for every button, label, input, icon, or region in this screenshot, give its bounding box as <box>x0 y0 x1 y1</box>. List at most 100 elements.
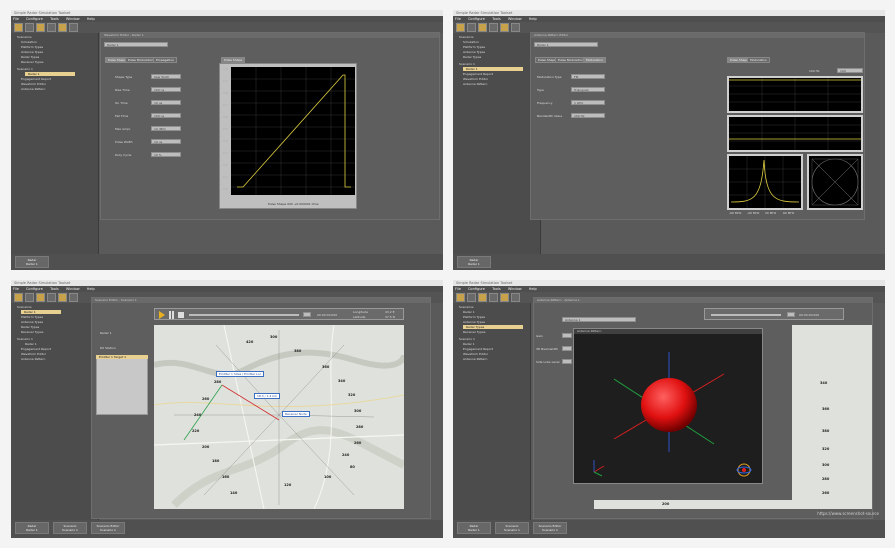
name-field[interactable]: Radar 1 <box>104 42 168 47</box>
type-select[interactable]: Triangular <box>571 87 605 92</box>
gain-field[interactable] <box>562 333 572 338</box>
menu-help[interactable]: Help <box>87 17 95 21</box>
tree-item-selected[interactable]: Radar Types <box>463 325 523 329</box>
frequency-field[interactable]: 1 GHz <box>571 100 605 105</box>
list-item-selected[interactable]: Emitter 1 Target 1 <box>96 355 148 359</box>
new-icon[interactable] <box>14 293 23 302</box>
tree-item[interactable]: Platform Types <box>21 315 43 319</box>
name-field[interactable]: Radar 1 <box>534 42 598 47</box>
menu-window[interactable]: Window <box>66 17 80 21</box>
tree-item[interactable]: Antenna Pattern <box>463 82 487 86</box>
dock-scenario-editor-button[interactable]: Scenario Editor Scenario 1 <box>91 522 125 534</box>
tree-item[interactable]: Antenna Types <box>463 50 485 54</box>
open-icon[interactable] <box>467 23 476 32</box>
dock-radar-button[interactable]: Radar Radar 1 <box>15 256 49 268</box>
tab-propagation[interactable]: Propagation <box>153 57 177 63</box>
tree-item[interactable]: Waveform Editor <box>463 352 488 356</box>
pause-icon[interactable] <box>172 311 174 319</box>
tree-item[interactable]: Platform Types <box>463 315 485 319</box>
map-view[interactable]: 420 300 280 260 240 220 200 180 160 140 … <box>154 325 404 509</box>
tree-item[interactable]: Receiver Types <box>463 330 485 334</box>
settings-icon[interactable] <box>511 23 520 32</box>
bandwidth-field[interactable]: 100 Hz <box>571 113 605 118</box>
settings-icon[interactable] <box>69 23 78 32</box>
tree-item[interactable]: Engagement Report <box>21 347 51 351</box>
tree-item[interactable]: Engagement Report <box>463 72 493 76</box>
tree-item[interactable]: Radar Types <box>21 325 39 329</box>
tree-item[interactable]: Platform Types <box>21 45 43 49</box>
max-amplitude-field[interactable]: 10 dBm <box>151 126 181 131</box>
menu-tools[interactable]: Tools <box>50 287 59 291</box>
dock-scenario-button[interactable]: Scenario Scenario 1 <box>53 522 87 534</box>
play-icon[interactable] <box>159 311 165 319</box>
stop-icon[interactable] <box>178 312 184 318</box>
settings-icon[interactable] <box>511 293 520 302</box>
dock-scenario-button[interactable]: Scenario Scenario 1 <box>495 522 529 534</box>
menu-help[interactable]: Help <box>529 17 537 21</box>
tab-pulse-modulation[interactable]: Pulse Modulation <box>125 57 157 63</box>
emitter-callout[interactable]: Emitter 1 Sites / Emitter Loc <box>216 371 265 377</box>
open-icon[interactable] <box>467 293 476 302</box>
radar-icon[interactable] <box>47 293 56 302</box>
tree-item[interactable]: Simulation <box>463 40 479 44</box>
tree-item[interactable]: Radar 1 <box>25 342 37 346</box>
menu-file[interactable]: File <box>455 287 461 291</box>
on-time-field[interactable]: 10 us <box>151 100 181 105</box>
menu-configure[interactable]: Configure <box>26 17 43 21</box>
menu-configure[interactable]: Configure <box>468 287 485 291</box>
tree-item[interactable]: Waveform Editor <box>463 77 488 81</box>
tree-item[interactable]: Antenna Pattern <box>463 357 487 361</box>
mail-icon[interactable] <box>500 23 509 32</box>
dock-radar-button[interactable]: Radar Radar 1 <box>457 522 491 534</box>
menu-tools[interactable]: Tools <box>50 17 59 21</box>
menu-help[interactable]: Help <box>87 287 95 291</box>
list-item[interactable]: Radar 1 <box>100 331 112 335</box>
beamwidth-field[interactable] <box>562 346 572 351</box>
rise-time-field[interactable]: 100 ns <box>151 87 181 92</box>
open-icon[interactable] <box>25 293 34 302</box>
menu-file[interactable]: File <box>13 17 19 21</box>
tree-item[interactable]: Radar 1 <box>463 342 475 346</box>
top-value-field[interactable]: 100 <box>837 68 863 73</box>
tree-item[interactable]: Scenario 1 <box>459 62 475 66</box>
tree-item[interactable]: Scenarios <box>459 35 474 39</box>
menu-window[interactable]: Window <box>508 17 522 21</box>
tree-item[interactable]: Radar Types <box>21 55 39 59</box>
modulation-type-field[interactable]: FM <box>571 74 605 79</box>
tree-item[interactable]: Radar 1 <box>463 310 475 314</box>
save-icon[interactable] <box>478 293 487 302</box>
tree-item[interactable]: Engagement Report <box>463 347 493 351</box>
tab-pulse-modulation[interactable]: Pulse Modulation <box>555 57 587 63</box>
tab-modulation[interactable]: Modulation <box>583 57 606 63</box>
shape-type-select[interactable]: Saw Tooth <box>151 74 181 79</box>
dock-radar-button[interactable]: Radar Radar 1 <box>457 256 491 268</box>
tree-item[interactable]: Receiver Types <box>21 60 43 64</box>
menu-window[interactable]: Window <box>508 287 522 291</box>
open-icon[interactable] <box>25 23 34 32</box>
pause-icon[interactable] <box>169 311 171 319</box>
antenna-name-field[interactable]: Antenna 1 <box>562 317 636 322</box>
menu-configure[interactable]: Configure <box>468 17 485 21</box>
list-item[interactable]: RX Station <box>100 346 116 350</box>
menu-window[interactable]: Window <box>66 287 80 291</box>
radar-icon[interactable] <box>47 23 56 32</box>
tree-item[interactable]: Antenna Types <box>21 50 43 54</box>
time-slider[interactable] <box>711 314 781 316</box>
menu-tools[interactable]: Tools <box>492 287 501 291</box>
duty-cycle-field[interactable]: 10 % <box>151 152 181 157</box>
menu-tools[interactable]: Tools <box>492 17 501 21</box>
tree-item[interactable]: Antenna Types <box>21 320 43 324</box>
tree-item[interactable]: Scenarios <box>459 305 474 309</box>
radar-icon[interactable] <box>489 293 498 302</box>
sidelobe-field[interactable] <box>562 359 572 364</box>
tree-item[interactable]: Platform Types <box>463 45 485 49</box>
tree-item[interactable]: Waveform Editor <box>21 82 46 86</box>
mail-icon[interactable] <box>58 23 67 32</box>
antenna-3d-popup[interactable]: Antenna Pattern <box>573 328 763 484</box>
new-icon[interactable] <box>14 23 23 32</box>
mail-icon[interactable] <box>500 293 509 302</box>
new-icon[interactable] <box>456 23 465 32</box>
tree-item[interactable]: Scenario 1 <box>17 67 33 71</box>
tree-item[interactable]: Antenna Pattern <box>21 87 45 91</box>
tab-graph-modulation[interactable]: Modulation <box>747 57 770 63</box>
